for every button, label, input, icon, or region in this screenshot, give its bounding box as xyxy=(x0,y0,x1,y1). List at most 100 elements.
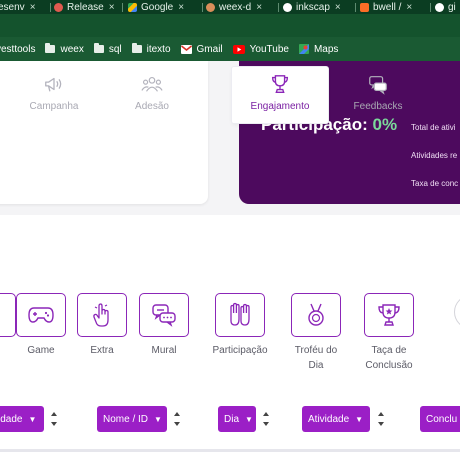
section-tabs: Campanha Adesão Engajamento Feedbacks xyxy=(0,61,460,127)
folder-icon xyxy=(45,43,56,53)
bookmark-item[interactable]: YouTube xyxy=(232,43,289,55)
close-icon[interactable]: × xyxy=(256,2,262,13)
filter-label: Taça de Conclusão xyxy=(365,343,412,373)
tab-title: Release xyxy=(67,1,104,13)
select-nome-id[interactable]: Nome / ID ▼ xyxy=(97,406,167,432)
gamepad-icon xyxy=(28,307,54,323)
tab-campanha[interactable]: Campanha xyxy=(11,67,97,123)
browser-tab[interactable]: bwell / × xyxy=(356,0,431,14)
filter-label-line1: Taça de xyxy=(371,345,407,356)
sort-controls: idade ▼ Nome / ID ▼ Dia ▼ Atividade ▼ Co… xyxy=(0,406,460,434)
browser-tab-strip: esenv × Release × Google × weex-d × inks… xyxy=(0,0,460,14)
select-label: Conclu xyxy=(426,413,458,425)
bookmark-item[interactable]: vesttools xyxy=(0,44,35,55)
engagement-content-panel: Game Extra Mural Participação Troféu do … xyxy=(0,215,460,460)
filter-label: Troféu do Dia xyxy=(295,343,337,373)
stat-completion-rate: Taxa de conc xyxy=(411,179,459,188)
filter-label-line1: Troféu do xyxy=(294,345,338,356)
gitlab-icon xyxy=(360,2,369,12)
bookmark-label: Maps xyxy=(313,43,339,55)
select-label: Atividade xyxy=(308,413,350,425)
tab-label: Feedbacks xyxy=(353,101,403,112)
bookmark-item[interactable]: Maps xyxy=(298,43,339,55)
folder-icon xyxy=(131,43,142,53)
filter-box[interactable] xyxy=(291,293,341,337)
filter-label: Participação xyxy=(212,345,268,356)
avatar-icon xyxy=(206,2,215,12)
filter-extra[interactable]: Extra xyxy=(77,293,127,358)
select-label: idade xyxy=(0,413,23,425)
select-atividade[interactable]: Atividade ▼ xyxy=(302,406,370,432)
bookmarks-bar: vesttools weex sql itexto Gmail YouTube … xyxy=(0,37,460,61)
filter-label: Game xyxy=(27,345,55,356)
chevron-down-icon: ▼ xyxy=(154,414,162,424)
browser-tab[interactable]: esenv × xyxy=(0,0,51,14)
filter-label-line2: Conclusão xyxy=(365,360,413,371)
tab-title: weex-d xyxy=(219,1,252,13)
trophy-star-icon xyxy=(378,304,400,326)
close-icon[interactable]: × xyxy=(335,2,341,13)
filter-taca-de-conclusao[interactable]: Taça de Conclusão xyxy=(364,293,414,373)
tab-label: Engajamento xyxy=(250,101,310,112)
filter-box[interactable] xyxy=(364,293,414,337)
tab-adesao[interactable]: Adesão xyxy=(109,67,195,123)
tab-divider xyxy=(122,3,123,12)
select-dia[interactable]: Dia ▼ xyxy=(218,406,256,432)
filter-participacao[interactable]: Participação xyxy=(212,293,268,358)
tab-engajamento[interactable]: Engajamento xyxy=(232,67,328,123)
tab-feedbacks[interactable]: Feedbacks xyxy=(335,67,421,123)
tab-label: Campanha xyxy=(29,101,79,112)
filter-label: Mural xyxy=(151,345,177,356)
select-conclusao[interactable]: Conclu xyxy=(420,406,460,432)
tab-title: Google xyxy=(141,1,174,13)
browser-tab[interactable]: gi xyxy=(431,0,460,14)
activity-filters: Game Extra Mural Participação Troféu do … xyxy=(0,293,460,371)
browser-tab[interactable]: Google × xyxy=(124,0,203,14)
google-icon xyxy=(435,2,444,12)
tab-title: bwell / xyxy=(373,1,402,13)
sort-toggle-icon[interactable] xyxy=(50,412,58,426)
filter-box[interactable] xyxy=(77,293,127,337)
bookmark-label: YouTube xyxy=(249,43,289,55)
people-icon xyxy=(141,76,163,92)
browser-toolbar xyxy=(0,14,460,37)
close-icon[interactable]: × xyxy=(30,2,36,13)
tab-label: Adesão xyxy=(135,101,169,112)
bookmark-folder[interactable]: weex xyxy=(45,43,84,55)
sort-toggle-icon[interactable] xyxy=(377,412,385,426)
bookmark-label: vesttools xyxy=(0,43,36,55)
filter-box[interactable] xyxy=(0,293,16,337)
browser-tab[interactable]: Release × xyxy=(50,0,123,14)
gmail-icon xyxy=(180,44,192,54)
trophy-icon xyxy=(271,75,289,93)
sort-toggle-icon[interactable] xyxy=(173,412,181,426)
bookmark-label: weex xyxy=(60,43,84,55)
chevron-down-icon: ▼ xyxy=(355,414,364,424)
filter-box[interactable] xyxy=(139,293,189,337)
bookmark-folder[interactable]: itexto xyxy=(131,43,171,55)
select-idade[interactable]: idade ▼ xyxy=(0,406,44,432)
filter-partial[interactable] xyxy=(0,293,16,337)
close-icon[interactable]: × xyxy=(109,2,115,13)
filter-box[interactable] xyxy=(16,293,66,337)
filter-label-line2: Dia xyxy=(308,360,324,371)
bookmark-item[interactable]: Gmail xyxy=(180,44,223,55)
filter-label: Extra xyxy=(90,345,114,356)
close-icon[interactable]: × xyxy=(406,2,412,13)
folder-icon xyxy=(93,43,104,53)
filter-trofeu-do-dia[interactable]: Troféu do Dia xyxy=(291,293,341,373)
filter-mural[interactable]: Mural xyxy=(139,293,189,358)
browser-tab[interactable]: inkscap × xyxy=(279,0,356,14)
megaphone-icon xyxy=(45,77,62,92)
medal-icon xyxy=(308,303,324,326)
bookmark-folder[interactable]: sql xyxy=(93,43,122,55)
browser-tab[interactable]: weex-d × xyxy=(202,0,279,14)
youtube-icon xyxy=(232,44,245,54)
sort-toggle-icon[interactable] xyxy=(262,412,270,426)
close-icon[interactable]: × xyxy=(178,2,184,13)
google-icon xyxy=(283,2,292,12)
filter-box[interactable] xyxy=(215,293,265,337)
tab-title: gi xyxy=(448,1,456,13)
dashboard-page: Participação: 0% Total de ativi Atividad… xyxy=(0,61,460,460)
filter-game[interactable]: Game xyxy=(16,293,66,358)
